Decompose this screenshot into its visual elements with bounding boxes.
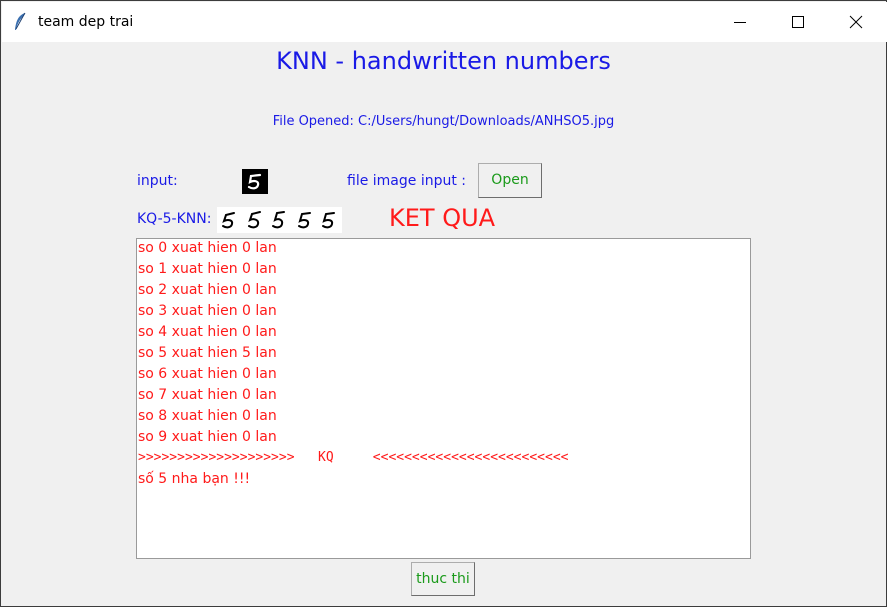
knn-neighbor-image — [267, 207, 292, 233]
result-line: so 9 xuat hien 0 lan — [138, 429, 277, 445]
app-window: team dep trai KNN - handwritten numbers … — [0, 0, 887, 607]
result-text-area[interactable]: so 0 xuat hien 0 lan so 1 xuat hien 0 la… — [136, 238, 751, 559]
result-line: so 4 xuat hien 0 lan — [138, 324, 277, 340]
result-line: so 8 xuat hien 0 lan — [138, 408, 277, 424]
result-line: so 0 xuat hien 0 lan — [138, 240, 277, 256]
feather-icon — [15, 12, 26, 30]
file-opened-label: File Opened: C:/Users/hungt/Downloads/AN… — [272, 114, 615, 129]
close-button[interactable] — [827, 2, 885, 42]
maximize-icon — [792, 16, 804, 28]
knn-neighbor-image — [217, 207, 242, 233]
result-line: so 1 xuat hien 0 lan — [138, 261, 277, 277]
knn-neighbor-image — [317, 207, 342, 233]
ket-qua-label: KET QUA — [389, 204, 496, 232]
page-title: KNN - handwritten numbers — [276, 47, 611, 75]
result-line: so 3 xuat hien 0 lan — [138, 303, 277, 319]
kq-knn-label: KQ-5-KNN: — [137, 211, 212, 227]
knn-neighbors — [217, 207, 342, 234]
knn-neighbor-image — [242, 207, 267, 233]
file-image-input-label: file image input : — [347, 173, 467, 189]
result-line: so 6 xuat hien 0 lan — [138, 366, 277, 382]
input-label: input: — [137, 173, 178, 189]
close-icon — [849, 15, 863, 29]
result-separator-line: >>>>>>>>>>>>>>>>>>>> KQ <<<<<<<<<<<<<<<<… — [138, 450, 569, 465]
input-digit-image — [242, 169, 268, 194]
open-button[interactable]: Open — [478, 163, 542, 198]
result-line: so 2 xuat hien 0 lan — [138, 282, 277, 298]
knn-neighbor-image — [292, 207, 317, 233]
result-conclusion: số 5 nha bạn !!! — [138, 471, 251, 487]
result-line: so 5 xuat hien 5 lan — [138, 345, 277, 361]
result-line: so 7 xuat hien 0 lan — [138, 387, 277, 403]
title-bar[interactable]: team dep trai — [2, 2, 887, 42]
maximize-button[interactable] — [769, 2, 827, 42]
minimize-button[interactable] — [711, 2, 769, 42]
minimize-icon — [734, 22, 746, 23]
run-button[interactable]: thuc thi — [411, 562, 475, 596]
window-title: team dep trai — [38, 14, 134, 30]
